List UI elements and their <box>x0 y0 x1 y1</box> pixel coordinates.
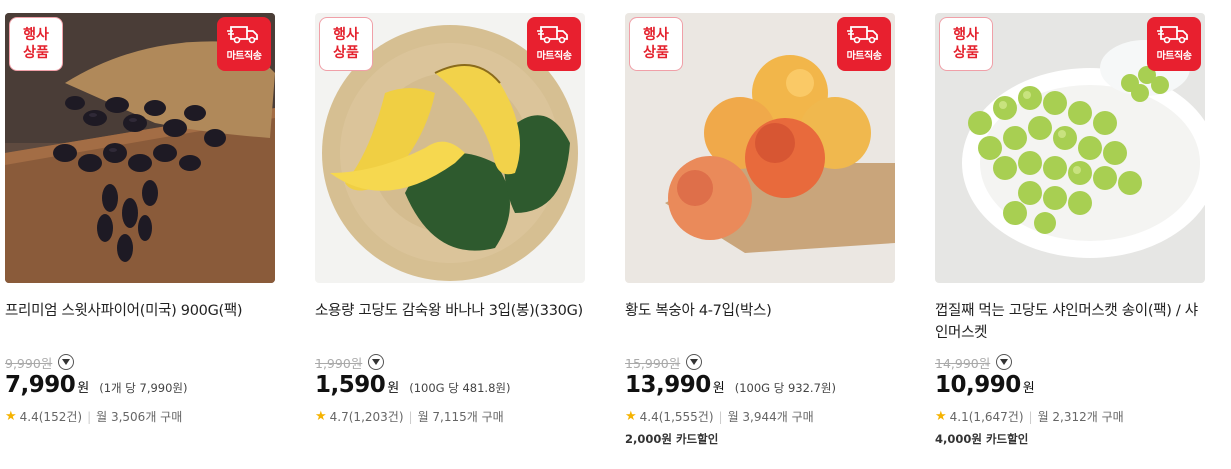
review-count: (1,203건) <box>348 410 404 424</box>
price-row: 7,990 원 (1개 당 7,990원) <box>5 372 275 402</box>
product-title[interactable]: 소용량 고당도 감숙왕 바나나 3입(봉)(330G) <box>315 300 585 344</box>
product-image[interactable]: 행사 상품 마트직송 <box>935 13 1205 283</box>
chevron-down-icon[interactable] <box>58 354 75 370</box>
star-icon: ★ <box>625 409 637 424</box>
unit-price: (100G 당 932.7원) <box>734 381 836 395</box>
chevron-down-icon[interactable] <box>368 354 385 370</box>
monthly-purchases: 월 3,506개 구매 <box>96 410 183 424</box>
price-currency: 원 <box>1022 381 1035 396</box>
original-price-row: 1,990원 <box>315 352 585 372</box>
event-badge: 행사 상품 <box>9 17 63 71</box>
chevron-down-icon[interactable] <box>686 354 703 370</box>
card-discount: 4,000원 카드할인 <box>935 432 1029 446</box>
truck-icon <box>537 26 568 44</box>
product-title[interactable]: 껍질째 먹는 고당도 샤인머스캣 송이(팩) / 샤인머스켓 <box>935 300 1205 344</box>
original-price: 9,990원 <box>5 355 53 371</box>
mart-direct-badge: 마트직송 <box>1147 17 1201 71</box>
rating: 4.7 <box>329 409 349 424</box>
monthly-purchases: 월 3,944개 구매 <box>727 410 814 424</box>
mart-direct-badge: 마트직송 <box>837 17 891 71</box>
sale-price: 1,590 <box>315 372 386 398</box>
original-price: 15,990원 <box>625 355 681 371</box>
divider: | <box>408 409 413 424</box>
review-count: (1,647건) <box>968 410 1024 424</box>
product-title[interactable]: 프리미엄 스윗사파이어(미국) 900G(팩) <box>5 300 275 344</box>
event-badge: 행사 상품 <box>939 17 993 71</box>
sale-price: 10,990 <box>935 372 1021 398</box>
price-row: 10,990 원 <box>935 372 1205 402</box>
review-count: (1,555건) <box>658 410 714 424</box>
star-icon: ★ <box>5 409 17 424</box>
review-count: (152건) <box>38 410 83 424</box>
review-meta: ★ 4.4 (1,555건) | 월 3,944개 구매 <box>625 408 895 425</box>
unit-price: (100G 당 481.8원) <box>409 381 511 395</box>
original-price: 14,990원 <box>935 355 991 371</box>
sale-price: 7,990 <box>5 372 76 398</box>
price-row: 1,590 원 (100G 당 481.8원) <box>315 372 585 402</box>
divider: | <box>1028 409 1033 424</box>
sale-price: 13,990 <box>625 372 711 398</box>
price-currency: 원 <box>77 381 90 396</box>
monthly-purchases: 월 7,115개 구매 <box>417 410 504 424</box>
product-card[interactable]: 행사 상품 마트직송 황도 복숭아 4-7입(박스) 15,990원 13,99… <box>625 13 895 447</box>
product-card[interactable]: 행사 상품 마트직송 프리미엄 스윗사파이어(미국) 900G(팩) 9,990… <box>5 13 275 425</box>
divider: | <box>87 409 92 424</box>
truck-icon <box>1157 26 1188 44</box>
star-icon: ★ <box>935 409 947 424</box>
rating: 4.4 <box>19 409 39 424</box>
rating: 4.4 <box>639 409 659 424</box>
original-price-row: 15,990원 <box>625 352 895 372</box>
event-badge: 행사 상품 <box>319 17 373 71</box>
unit-price: (1개 당 7,990원) <box>99 381 188 395</box>
event-badge: 행사 상품 <box>629 17 683 71</box>
product-image[interactable]: 행사 상품 마트직송 <box>315 13 585 283</box>
review-meta: ★ 4.7 (1,203건) | 월 7,115개 구매 <box>315 408 585 425</box>
card-discount: 2,000원 카드할인 <box>625 432 719 446</box>
product-image[interactable]: 행사 상품 마트직송 <box>5 13 275 283</box>
monthly-purchases: 월 2,312개 구매 <box>1037 410 1124 424</box>
original-price: 1,990원 <box>315 355 363 371</box>
truck-icon <box>227 26 258 44</box>
original-price-row: 9,990원 <box>5 352 275 372</box>
star-icon: ★ <box>315 409 327 424</box>
chevron-down-icon[interactable] <box>996 354 1013 370</box>
product-card[interactable]: 행사 상품 마트직송 껍질째 먹는 고당도 샤인머스캣 송이(팩) / 샤인머스… <box>935 13 1205 447</box>
product-card[interactable]: 행사 상품 마트직송 소용량 고당도 감숙왕 바나나 3입(봉)(330G) 1… <box>315 13 585 425</box>
price-currency: 원 <box>712 381 725 396</box>
truck-icon <box>847 26 878 44</box>
product-title[interactable]: 황도 복숭아 4-7입(박스) <box>625 300 895 344</box>
rating: 4.1 <box>949 409 969 424</box>
product-image[interactable]: 행사 상품 마트직송 <box>625 13 895 283</box>
product-grid: 행사 상품 마트직송 프리미엄 스윗사파이어(미국) 900G(팩) 9,990… <box>0 0 1231 469</box>
mart-direct-badge: 마트직송 <box>527 17 581 71</box>
price-row: 13,990 원 (100G 당 932.7원) <box>625 372 895 402</box>
divider: | <box>718 409 723 424</box>
mart-direct-badge: 마트직송 <box>217 17 271 71</box>
original-price-row: 14,990원 <box>935 352 1205 372</box>
review-meta: ★ 4.1 (1,647건) | 월 2,312개 구매 <box>935 408 1205 425</box>
review-meta: ★ 4.4 (152건) | 월 3,506개 구매 <box>5 408 275 425</box>
price-currency: 원 <box>387 381 400 396</box>
